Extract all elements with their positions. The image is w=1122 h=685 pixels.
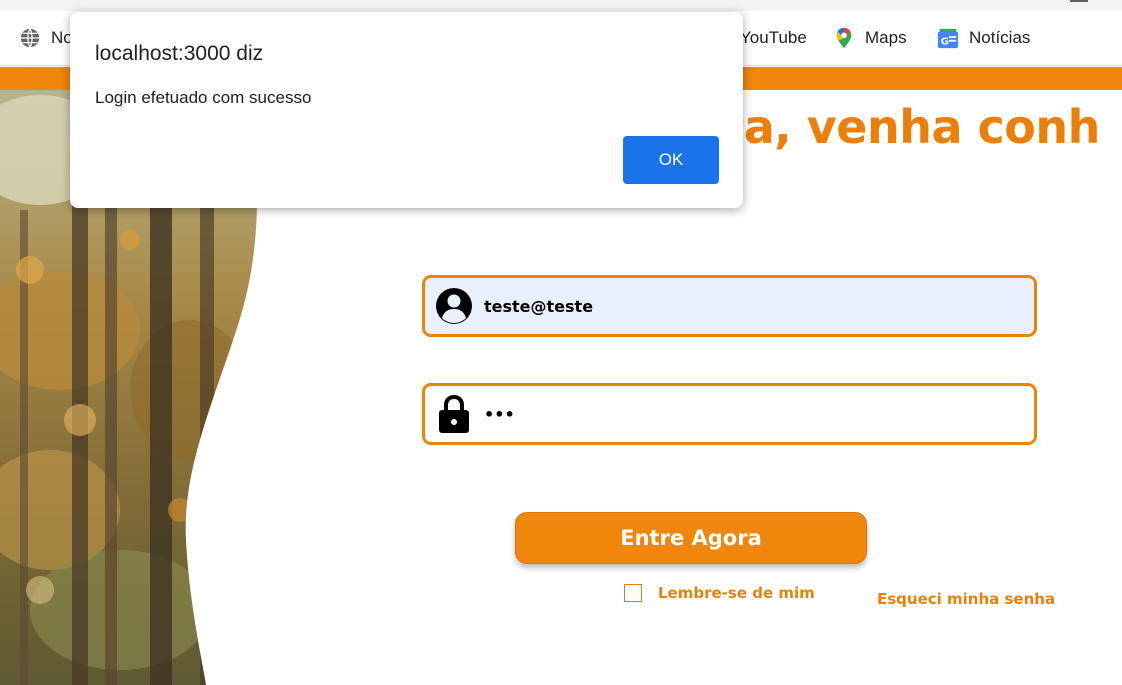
user-icon <box>434 286 474 326</box>
login-button[interactable]: Entre Agora <box>515 512 867 564</box>
dialog-message: Login efetuado com sucesso <box>95 88 312 107</box>
bookmark-noticias[interactable]: G Notícias <box>937 25 1030 51</box>
email-input[interactable]: teste@teste <box>484 297 1004 316</box>
alert-dialog: localhost:3000 diz Login efetuado com su… <box>70 12 743 208</box>
remember-label: Lembre-se de mim <box>658 584 815 602</box>
maps-pin-icon <box>836 27 852 49</box>
remember-checkbox[interactable] <box>624 584 642 602</box>
email-field[interactable]: teste@teste <box>422 275 1037 337</box>
bookmark-no[interactable]: No <box>19 25 73 51</box>
bookmark-label: Maps <box>865 28 907 47</box>
password-field[interactable]: ••• <box>422 383 1037 445</box>
svg-text:G: G <box>941 36 949 47</box>
password-input[interactable]: ••• <box>484 405 1004 424</box>
bookmark-youtube[interactable]: YouTube <box>740 25 807 51</box>
window-control-minimize-icon[interactable] <box>1070 0 1088 2</box>
remember-me[interactable]: Lembre-se de mim <box>624 584 815 602</box>
bookmark-label: Notícias <box>969 28 1031 47</box>
forgot-password-link[interactable]: Esqueci minha senha <box>877 590 1055 608</box>
globe-icon <box>20 28 40 48</box>
page-heading: nta, venha conh <box>690 100 1100 154</box>
dialog-title: localhost:3000 diz <box>95 42 264 65</box>
news-icon: G <box>937 28 959 49</box>
lock-icon <box>434 394 474 434</box>
bookmark-label: YouTube <box>740 28 807 47</box>
bookmark-maps[interactable]: Maps <box>833 25 907 51</box>
window-top-strip <box>0 0 1122 11</box>
ok-button[interactable]: OK <box>623 136 719 184</box>
